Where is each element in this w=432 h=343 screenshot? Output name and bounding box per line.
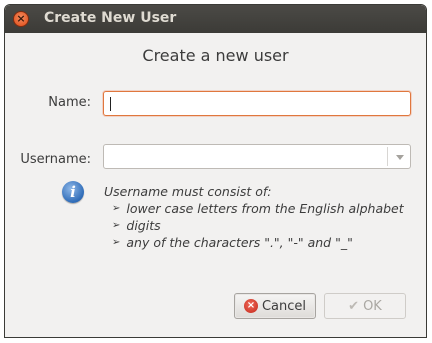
cancel-label: Cancel — [261, 298, 307, 314]
close-icon[interactable]: × — [13, 11, 29, 27]
bullet-icon: ➢ — [112, 237, 121, 248]
ok-label: OK — [363, 298, 382, 314]
cancel-button[interactable]: × Cancel — [234, 293, 316, 319]
hint-item: ➢ lower case letters from the English alp… — [112, 201, 404, 216]
username-label: Username: — [20, 152, 91, 167]
create-user-dialog: × Create New User Create a new user Name… — [4, 4, 427, 338]
info-icon: i — [62, 181, 84, 203]
hint-item: ➢ any of the characters ".", "-" and "_" — [112, 235, 353, 250]
username-combo[interactable] — [103, 144, 411, 169]
title-bar: × Create New User — [5, 5, 426, 33]
bullet-icon: ➢ — [112, 220, 121, 231]
name-label: Name: — [48, 95, 91, 110]
dialog-heading: Create a new user — [142, 46, 289, 65]
combo-separator — [387, 147, 388, 166]
checkmark-icon: ✔ — [348, 298, 360, 314]
hint-intro: Username must consist of: — [104, 184, 272, 199]
hint-item: ➢ digits — [112, 218, 161, 233]
chevron-down-icon[interactable] — [396, 155, 404, 160]
name-input[interactable] — [103, 91, 411, 116]
window-title: Create New User — [44, 10, 177, 26]
username-hint: Username must consist of: ➢ lower case le… — [104, 183, 404, 251]
bullet-icon: ➢ — [112, 203, 121, 214]
ok-button[interactable]: ✔ OK — [324, 293, 406, 319]
cancel-icon: × — [243, 299, 258, 313]
text-cursor — [110, 97, 111, 111]
hint-list: ➢ lower case letters from the English alp… — [104, 200, 404, 251]
